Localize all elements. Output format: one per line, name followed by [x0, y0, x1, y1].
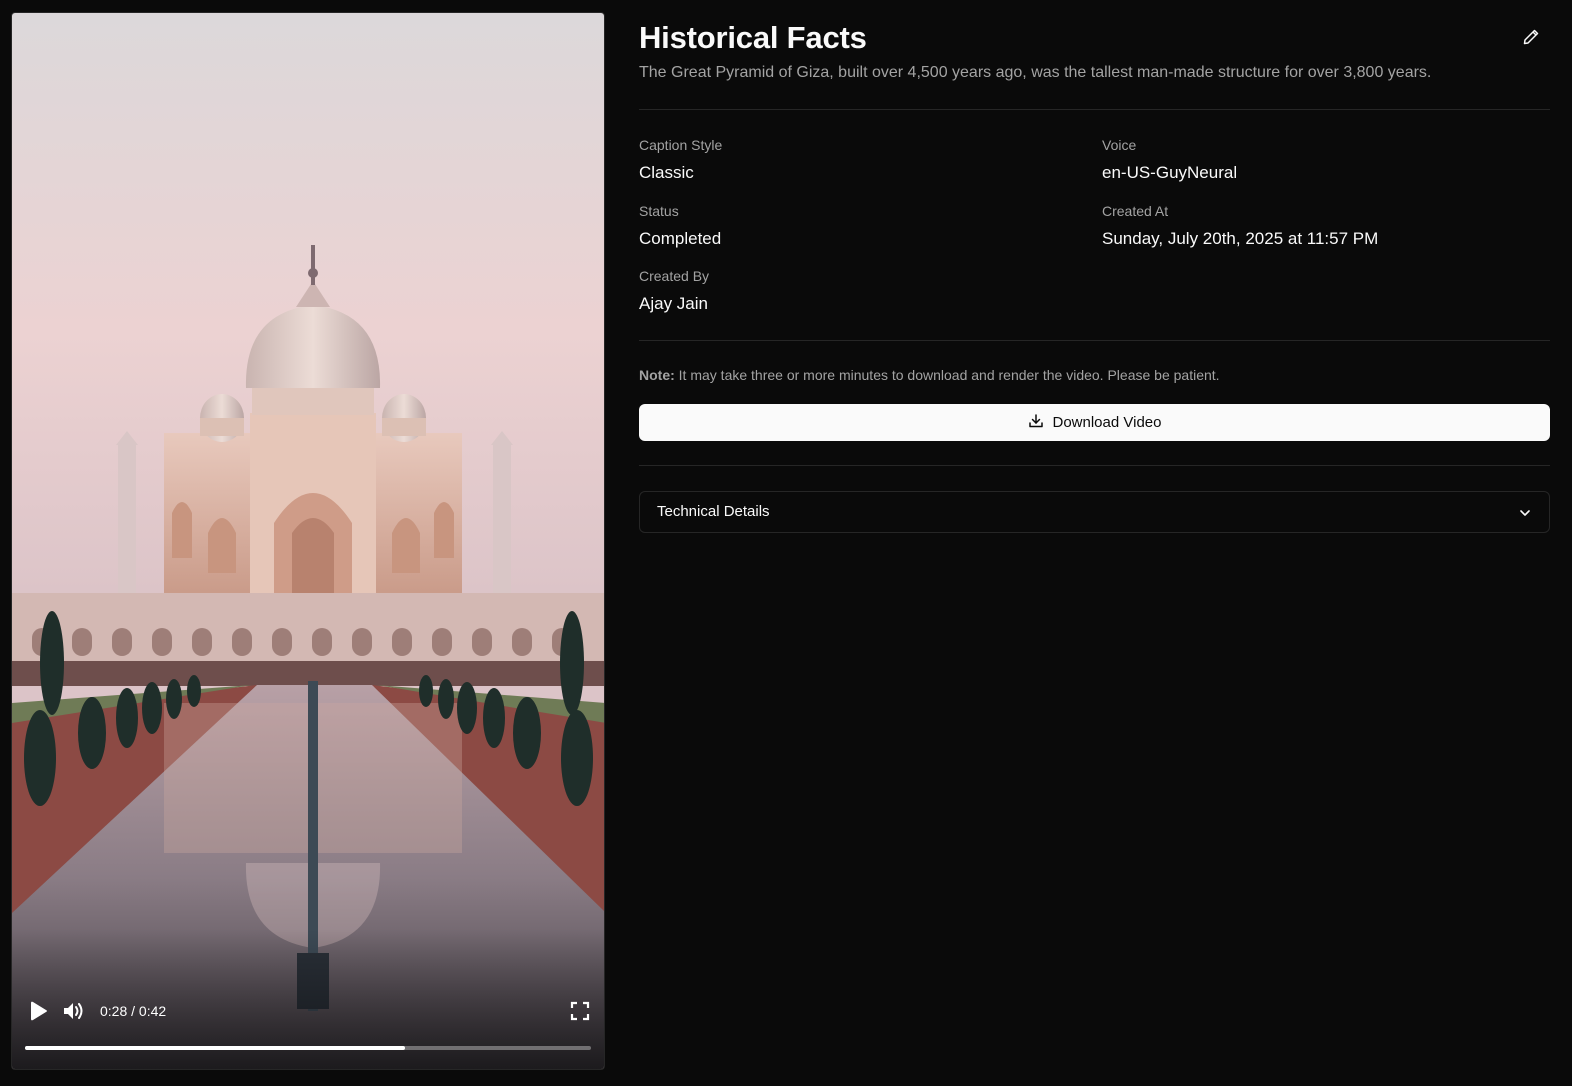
time-display: 0:28 / 0:42: [100, 1003, 167, 1019]
chevron-down-icon: [1517, 505, 1533, 521]
video-description: The Great Pyramid of Giza, built over 4,…: [639, 64, 1432, 81]
video-frame: [12, 13, 604, 1069]
created-by-value: Ajay Jain: [639, 294, 708, 313]
technical-details-accordion[interactable]: Technical Details: [639, 491, 1550, 533]
created-at-label: Created At: [1102, 203, 1169, 219]
fullscreen-icon: [570, 1001, 590, 1026]
video-progress-bar[interactable]: [25, 1046, 591, 1050]
created-at-value: Sunday, July 20th, 2025 at 11:57 PM: [1102, 229, 1379, 248]
divider: [639, 465, 1550, 466]
technical-details-label: Technical Details: [657, 503, 770, 520]
caption-style-label: Caption Style: [639, 137, 723, 153]
fullscreen-button[interactable]: [566, 999, 594, 1027]
volume-button[interactable]: [60, 999, 88, 1027]
status-value: Completed: [639, 229, 722, 248]
download-note: Note: It may take three or more minutes …: [639, 367, 1220, 383]
created-by-label: Created By: [639, 268, 710, 284]
video-progress-fill: [25, 1046, 406, 1050]
divider: [639, 109, 1550, 110]
note-prefix: Note:: [639, 367, 675, 383]
video-player[interactable]: 0:28 / 0:42: [11, 12, 605, 1070]
divider: [639, 340, 1550, 341]
status-label: Status: [639, 203, 679, 219]
caption-style-value: Classic: [639, 163, 694, 182]
play-button[interactable]: [24, 999, 52, 1027]
download-video-button[interactable]: Download Video: [639, 404, 1550, 441]
download-icon: [1028, 413, 1044, 433]
voice-label: Voice: [1102, 137, 1137, 153]
note-text: It may take three or more minutes to dow…: [674, 367, 1220, 383]
edit-button[interactable]: [1520, 28, 1542, 50]
volume-icon: [62, 1000, 86, 1027]
page-title: Historical Facts: [639, 20, 867, 55]
video-controls: 0:28 / 0:42: [12, 979, 604, 1069]
voice-value: en-US-GuyNeural: [1102, 163, 1238, 182]
pencil-icon: [1522, 28, 1540, 51]
download-label: Download Video: [1052, 414, 1162, 431]
play-icon: [27, 1000, 49, 1027]
video-details-panel: Historical Facts The Great Pyramid of Gi…: [639, 0, 1550, 1086]
